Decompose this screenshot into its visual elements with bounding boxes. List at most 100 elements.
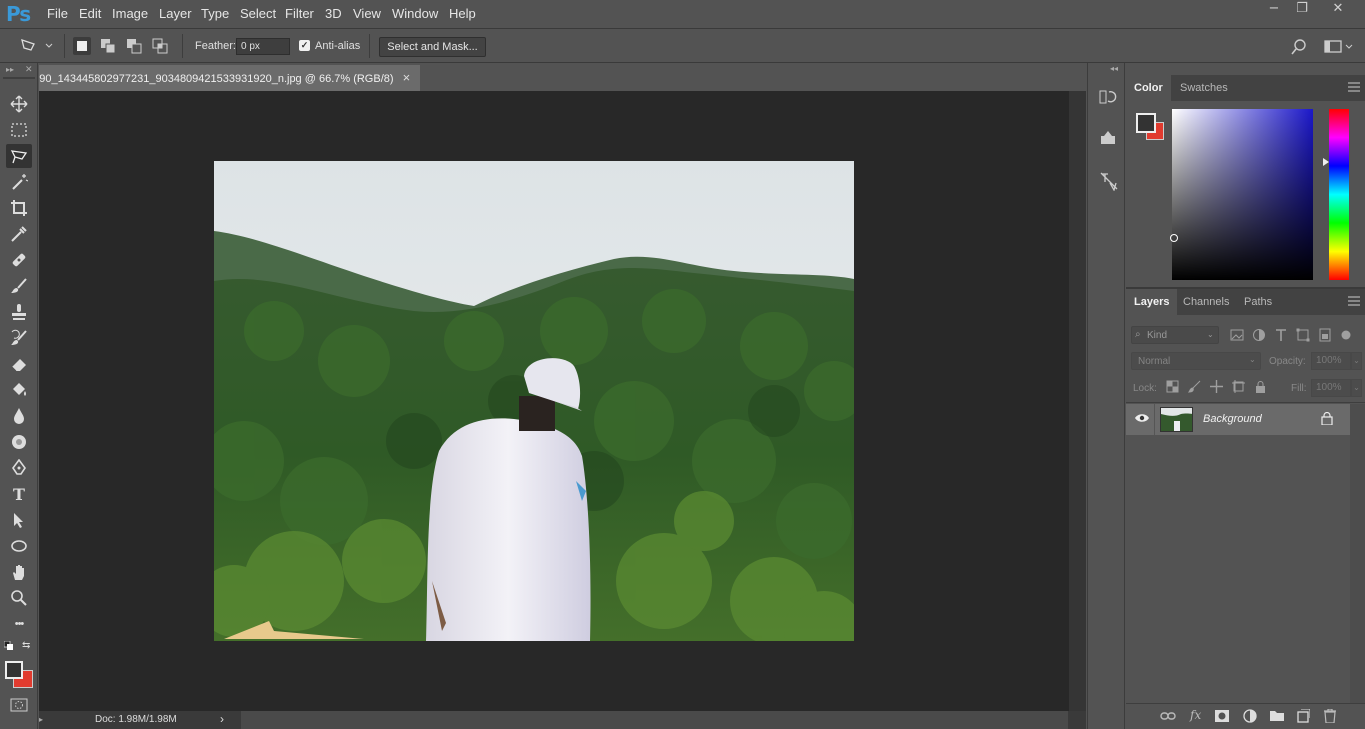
new-layer-button[interactable] [1296,708,1311,726]
collapse-toolbar-icon[interactable]: ▸▸ [6,65,14,74]
path-selection-tool[interactable] [6,508,32,532]
fill-input[interactable]: 100% [1311,379,1351,397]
menu-3d[interactable]: 3D [325,6,342,21]
intersect-selection-button[interactable] [151,37,169,55]
magic-wand-tool[interactable] [6,170,32,194]
subtract-selection-button[interactable] [125,37,143,55]
blur-tool[interactable] [6,404,32,428]
blend-mode-select[interactable]: Normal ⌄ [1131,352,1261,370]
properties-panel-button[interactable] [1099,129,1117,150]
status-menu-arrow[interactable]: › [220,712,224,726]
search-button[interactable] [1290,38,1308,59]
healing-brush-tool[interactable] [6,248,32,272]
pen-tool[interactable] [6,456,32,480]
feather-input[interactable]: 0 px [236,38,290,55]
default-colors-icon[interactable] [3,640,14,654]
shape-filter-icon[interactable] [1296,328,1310,342]
filter-toggle-icon[interactable] [1340,329,1352,341]
menu-file[interactable]: File [47,6,68,21]
new-group-button[interactable] [1270,709,1284,724]
polygonal-lasso-tool[interactable] [6,144,32,168]
new-selection-button[interactable] [73,37,91,55]
eyedropper-tool[interactable] [6,222,32,246]
expand-panels-icon[interactable]: ◂◂ [1110,64,1118,73]
type-tool[interactable]: T [6,482,32,506]
tool-preset-picker[interactable] [18,36,56,56]
hue-slider[interactable] [1323,109,1349,280]
character-panel-button[interactable] [1099,171,1119,194]
type-filter-icon[interactable] [1274,328,1288,342]
menu-image[interactable]: Image [112,6,148,21]
eraser-tool[interactable] [6,352,32,376]
tab-paths[interactable]: Paths [1236,289,1280,315]
minimize-button[interactable]: − [1262,1,1286,17]
hand-tool[interactable] [6,560,32,584]
menu-help[interactable]: Help [449,6,476,21]
menu-type[interactable]: Type [201,6,229,21]
swap-colors-icon[interactable]: ⇆ [22,640,30,651]
more-tools[interactable]: ••• [6,612,32,636]
layer-row-background[interactable]: Background [1126,404,1350,435]
horizontal-scrollbar[interactable] [241,711,1068,729]
close-window-button[interactable]: ✕ [1326,1,1350,17]
crop-tool[interactable] [6,196,32,220]
link-layers-button[interactable] [1160,710,1176,725]
close-tab-icon[interactable]: × [403,70,411,85]
lock-transparency-icon[interactable] [1166,380,1179,393]
fx-icon[interactable]: fx [1190,708,1201,722]
add-mask-button[interactable] [1215,710,1229,725]
zoom-tool[interactable] [6,586,32,610]
menu-layer[interactable]: Layer [159,6,192,21]
tab-layers[interactable]: Layers [1126,289,1178,315]
tab-channels[interactable]: Channels [1175,289,1237,315]
lock-artboard-icon[interactable] [1232,380,1245,393]
layers-panel-menu-icon[interactable] [1348,296,1360,309]
history-panel-button[interactable] [1099,88,1117,109]
opacity-input[interactable]: 100% [1311,352,1351,370]
lock-pixels-icon[interactable] [1188,380,1201,393]
marquee-tool[interactable] [6,118,32,142]
opacity-dropdown[interactable]: ⌄ [1351,352,1362,370]
menu-edit[interactable]: Edit [79,6,101,21]
menu-view[interactable]: View [353,6,381,21]
saturation-field[interactable] [1170,109,1313,280]
layer-name[interactable]: Background [1203,413,1262,425]
restore-button[interactable]: ❐ [1290,1,1314,17]
history-brush-tool[interactable] [6,326,32,350]
ellipse-tool[interactable] [6,534,32,558]
panel-foreground-swatch[interactable] [1136,113,1156,133]
tab-color[interactable]: Color [1126,75,1171,101]
clone-stamp-tool[interactable] [6,300,32,324]
layers-scrollbar[interactable] [1350,404,1365,704]
adjustment-filter-icon[interactable] [1252,328,1266,342]
zoom-field[interactable]: ▸ [39,711,43,729]
brush-tool[interactable] [6,274,32,298]
menu-select[interactable]: Select [240,6,276,21]
antialias-checkbox[interactable]: ✓ [299,40,310,51]
smart-object-filter-icon[interactable] [1318,328,1332,342]
workspace-button[interactable] [1324,38,1354,59]
foreground-color-swatch[interactable] [5,661,23,679]
dodge-tool[interactable] [6,430,32,454]
new-adjustment-button[interactable] [1243,709,1257,726]
close-toolbar-icon[interactable]: ✕ [25,64,33,75]
pixel-filter-icon[interactable] [1230,329,1244,341]
fill-dropdown[interactable]: ⌄ [1351,379,1362,397]
image-canvas[interactable] [214,161,854,641]
add-selection-button[interactable] [99,37,117,55]
quick-mask-button[interactable] [10,698,28,715]
select-and-mask-button[interactable]: Select and Mask... [379,37,486,57]
vertical-scrollbar[interactable] [1069,91,1086,711]
layer-visibility-toggle[interactable] [1134,412,1150,427]
color-panel-menu-icon[interactable] [1348,82,1360,95]
tab-swatches[interactable]: Swatches [1172,75,1236,101]
paint-bucket-tool[interactable] [6,378,32,402]
lock-all-icon[interactable] [1254,380,1267,393]
document-tab[interactable]: 4090_143445802977231_9034809421533931920… [39,65,420,91]
menu-filter[interactable]: Filter [285,6,314,21]
menu-window[interactable]: Window [392,6,438,21]
delete-layer-button[interactable] [1324,708,1336,726]
color-picker-cursor[interactable] [1170,234,1178,242]
layer-kind-filter[interactable]: ⌕ Kind ⌄ [1131,326,1219,344]
move-tool[interactable] [6,92,32,116]
